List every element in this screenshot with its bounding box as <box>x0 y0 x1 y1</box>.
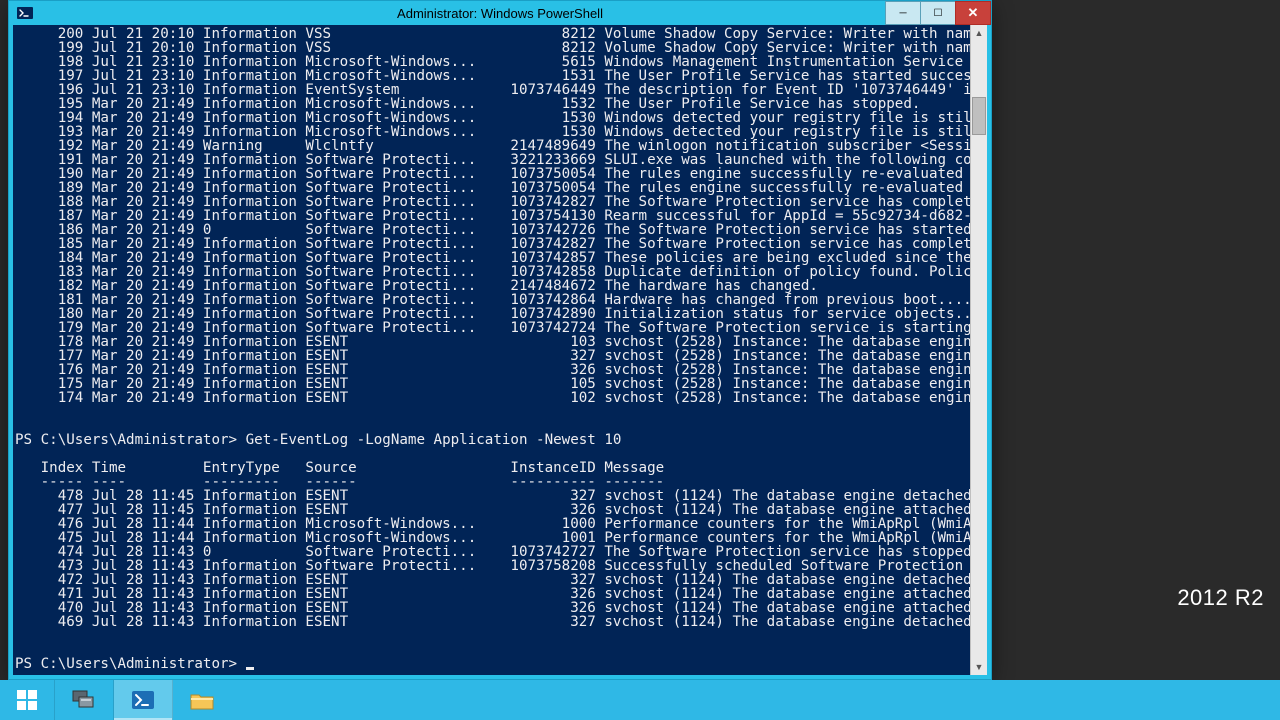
desktop: 2012 R2 Administrator: Windows PowerShel… <box>0 0 1280 720</box>
powershell-icon <box>15 3 35 23</box>
scroll-track[interactable] <box>971 41 987 659</box>
taskbar <box>0 680 1280 720</box>
vertical-scrollbar[interactable]: ▲ ▼ <box>970 25 987 675</box>
powershell-window: Administrator: Windows PowerShell ─ ☐ ✕ … <box>8 0 992 680</box>
os-brand: 2012 R2 <box>1177 585 1264 611</box>
scroll-up-button[interactable]: ▲ <box>971 25 987 41</box>
taskbar-powershell[interactable] <box>114 680 173 720</box>
maximize-button[interactable]: ☐ <box>920 1 956 25</box>
start-button[interactable] <box>0 680 55 720</box>
server-manager-icon <box>70 688 98 712</box>
taskbar-server-manager[interactable] <box>55 680 114 720</box>
powershell-taskbar-icon <box>129 688 157 712</box>
taskbar-explorer[interactable] <box>173 680 231 720</box>
minimize-button[interactable]: ─ <box>885 1 921 25</box>
scroll-down-button[interactable]: ▼ <box>971 659 987 675</box>
window-title: Administrator: Windows PowerShell <box>9 6 991 21</box>
cursor <box>246 667 254 670</box>
close-button[interactable]: ✕ <box>955 1 991 25</box>
console-output[interactable]: 200 Jul 21 20:10 Information VSS 8212 Vo… <box>13 25 970 675</box>
scroll-thumb[interactable] <box>972 97 986 135</box>
explorer-icon <box>188 688 216 712</box>
titlebar[interactable]: Administrator: Windows PowerShell ─ ☐ ✕ <box>9 1 991 25</box>
